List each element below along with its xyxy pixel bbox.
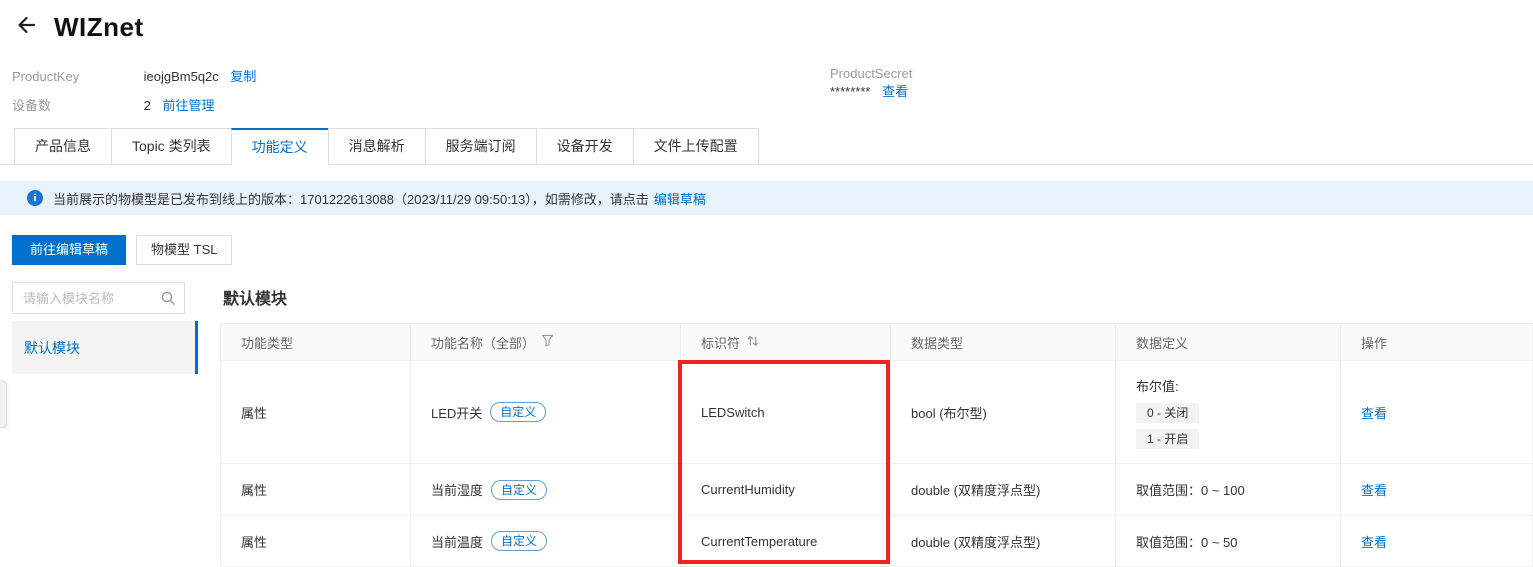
table-row-currenttemperature: 属性 当前温度 自定义 CurrentTemperature double (双… [220, 515, 1533, 567]
product-key-value: ieojgBm5q2c [143, 69, 219, 84]
feature-table: 功能类型 功能名称（全部） 标识符 数据类型 数据定义 操作 属性 LED开关 … [220, 323, 1533, 567]
tsl-model-button[interactable]: 物模型 TSL [136, 235, 233, 265]
toolbar: 前往编辑草稿 物模型 TSL [12, 235, 233, 265]
cell-data-definition: 取值范围：0 ~ 50 [1115, 515, 1341, 567]
filter-icon[interactable] [541, 334, 554, 350]
cell-data-definition: 布尔值: 0 - 关闭 1 - 开启 [1115, 360, 1341, 464]
cell-data-type: bool (布尔型) [890, 360, 1116, 464]
cell-actions: 查看 [1340, 515, 1533, 567]
tab-message-parsing[interactable]: 消息解析 [327, 128, 426, 165]
sidebar-item-default-module[interactable]: 默认模块 [12, 321, 198, 374]
tab-feature-definition[interactable]: 功能定义 [230, 128, 329, 165]
cell-feature-type: 属性 [220, 463, 411, 516]
back-arrow-icon [14, 13, 38, 42]
table-header-row: 功能类型 功能名称（全部） 标识符 数据类型 数据定义 操作 [220, 323, 1533, 361]
cell-data-definition: 取值范围：0 ~ 100 [1115, 463, 1341, 516]
tab-file-upload-config[interactable]: 文件上传配置 [632, 128, 759, 165]
cell-actions: 查看 [1340, 360, 1533, 464]
custom-tag[interactable]: 自定义 [490, 402, 547, 422]
view-link[interactable]: 查看 [1361, 535, 1387, 550]
page-title: WIZnet [54, 12, 144, 42]
cell-feature-name: LED开关 自定义 [410, 360, 681, 464]
tab-device-development[interactable]: 设备开发 [535, 128, 634, 165]
tab-product-info[interactable]: 产品信息 [14, 128, 112, 165]
page-header: WIZnet [14, 12, 144, 43]
cell-actions: 查看 [1340, 463, 1533, 516]
copy-product-key-link[interactable]: 复制 [230, 69, 256, 84]
tab-topic-list[interactable]: Topic 类列表 [111, 128, 232, 165]
cell-feature-name: 当前温度 自定义 [410, 515, 681, 567]
product-key-row: ProductKey ieojgBm5q2c 复制 ProductSecret … [12, 66, 912, 99]
product-secret-value: ******** [830, 84, 871, 99]
published-version-banner: i 当前展示的物模型是已发布到线上的版本：1701222613088（2023/… [0, 181, 1533, 215]
product-secret-label: ProductSecret [830, 66, 913, 81]
view-link[interactable]: 查看 [1361, 406, 1387, 421]
device-count-value: 2 [143, 98, 151, 113]
col-header-data-definition: 数据定义 [1115, 323, 1341, 361]
device-count-label: 设备数 [12, 98, 52, 113]
tab-server-subscription[interactable]: 服务端订阅 [424, 128, 537, 165]
product-key-label: ProductKey [12, 69, 80, 84]
cell-data-type: double (双精度浮点型) [890, 463, 1116, 516]
banner-text: 当前展示的物模型是已发布到线上的版本：1701222613088（2023/11… [53, 191, 649, 207]
iot-product-detail-page: WIZnet ProductKey ieojgBm5q2c 复制 Product… [0, 0, 1533, 567]
cell-feature-type: 属性 [220, 515, 411, 567]
edit-draft-link[interactable]: 编辑草稿 [654, 189, 706, 208]
cell-identifier: LEDSwitch [680, 360, 891, 464]
col-header-actions: 操作 [1340, 323, 1533, 361]
cell-identifier: CurrentTemperature [680, 515, 891, 567]
device-count-row: 设备数 2 前往管理 [12, 95, 215, 114]
view-link[interactable]: 查看 [1361, 483, 1387, 498]
view-product-secret-link[interactable]: 查看 [882, 84, 908, 99]
search-icon[interactable] [160, 290, 176, 311]
col-header-feature-type: 功能类型 [220, 323, 411, 361]
cell-feature-name: 当前湿度 自定义 [410, 463, 681, 516]
bool-option-0: 0 - 关闭 [1136, 402, 1200, 423]
custom-tag[interactable]: 自定义 [491, 479, 548, 500]
table-row-ledswitch: 属性 LED开关 自定义 LEDSwitch bool (布尔型) 布尔值: 0… [220, 360, 1533, 464]
module-search-box [12, 282, 185, 314]
cell-feature-type: 属性 [220, 360, 411, 464]
module-search-input[interactable] [13, 283, 184, 313]
info-icon: i [27, 190, 43, 206]
col-header-feature-name: 功能名称（全部） [410, 323, 681, 361]
collapsed-drawer-handle[interactable] [0, 380, 7, 428]
sidebar-item-label: 默认模块 [24, 339, 80, 356]
col-header-identifier: 标识符 [680, 323, 891, 361]
go-edit-draft-button[interactable]: 前往编辑草稿 [12, 235, 127, 265]
module-title: 默认模块 [223, 291, 288, 308]
custom-tag[interactable]: 自定义 [491, 531, 548, 551]
bool-option-1: 1 - 开启 [1136, 428, 1200, 449]
sort-icon[interactable] [746, 334, 760, 351]
manage-devices-link[interactable]: 前往管理 [162, 98, 214, 113]
product-secret-row: ProductSecret ******** 查看 [830, 66, 947, 100]
cell-data-type: double (双精度浮点型) [890, 515, 1116, 567]
cell-identifier: CurrentHumidity [680, 463, 891, 516]
tab-bar: 产品信息 Topic 类列表 功能定义 消息解析 服务端订阅 设备开发 文件上传… [0, 128, 1533, 165]
back-button[interactable] [14, 13, 38, 42]
col-header-data-type: 数据类型 [890, 323, 1116, 361]
table-row-currenthumidity: 属性 当前湿度 自定义 CurrentHumidity double (双精度浮… [220, 463, 1533, 516]
